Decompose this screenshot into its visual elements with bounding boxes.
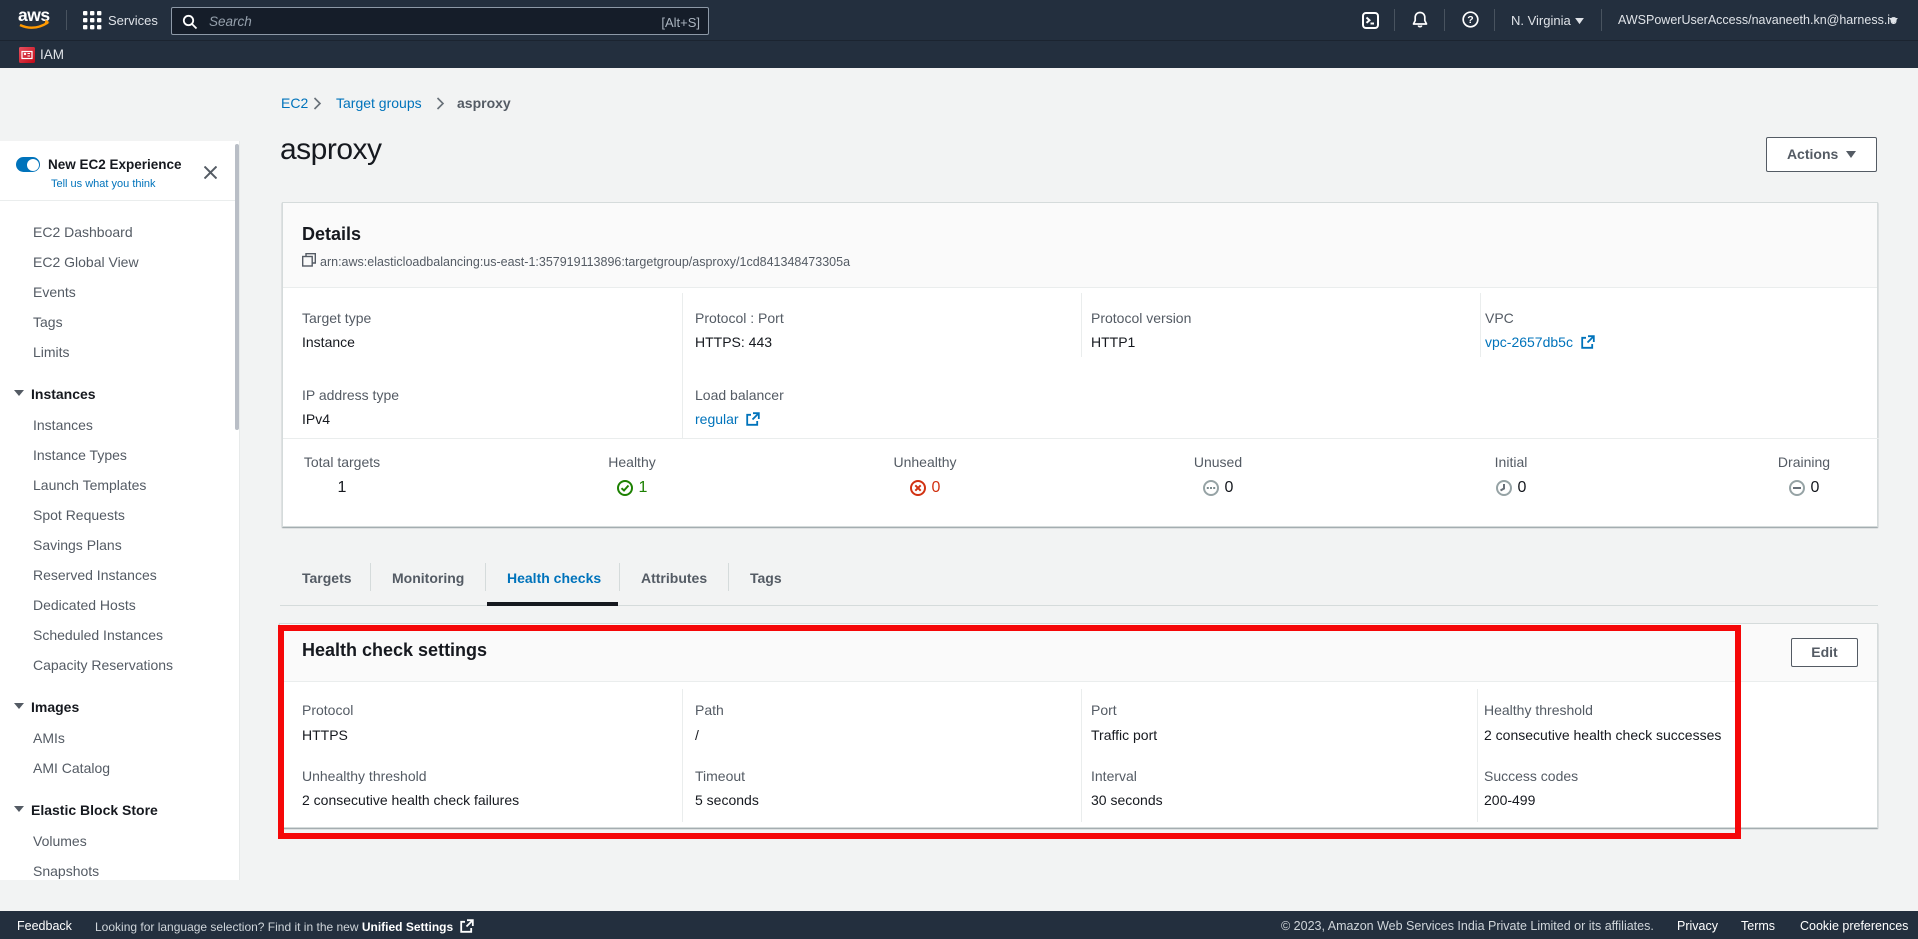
svg-text:?: ?: [1467, 14, 1473, 26]
